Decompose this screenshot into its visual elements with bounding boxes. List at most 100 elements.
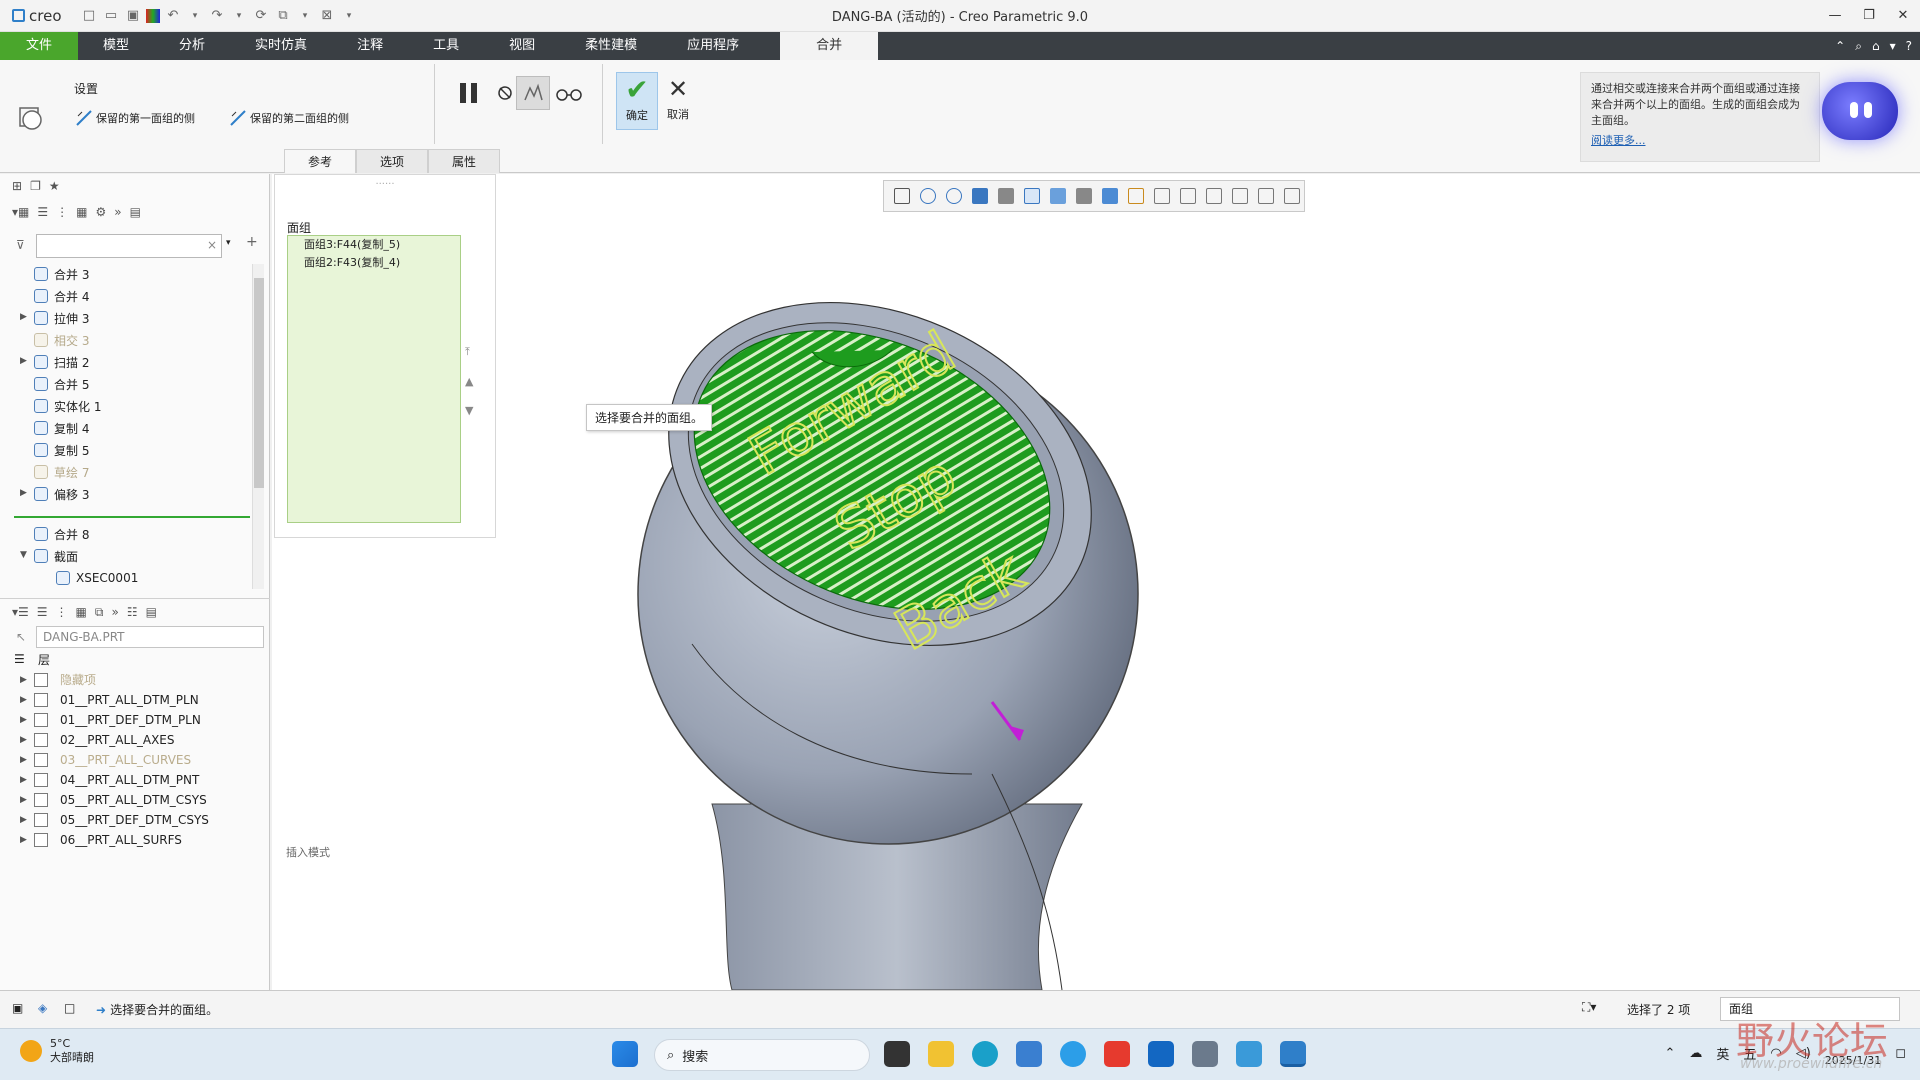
ok-button[interactable]: ✔ 确定 [616,72,658,130]
tab-tools[interactable]: 工具 [408,32,484,60]
layer-item[interactable]: 02__PRT_ALL_AXES [60,730,175,750]
undo-icon[interactable]: ↶ [164,7,182,25]
subtab-properties[interactable]: 属性 [428,149,500,173]
smart-select-icon[interactable]: ⛶▾ [1582,1000,1596,1015]
start-icon[interactable] [612,1041,638,1067]
edge-icon[interactable] [972,1041,998,1067]
move-top-icon[interactable]: ⤒ [465,345,473,359]
datum-axes-icon[interactable] [1154,188,1170,204]
maximize-button[interactable]: ❐ [1852,0,1886,32]
expand-icon[interactable]: ▶ [20,795,27,805]
save-icon[interactable]: ▣ [124,7,142,25]
layer-settings-icon[interactable]: ▦ [76,605,87,619]
redo-icon[interactable]: ↷ [208,7,226,25]
display-style-icon[interactable] [1024,188,1040,204]
help-icon[interactable]: ? [1906,32,1912,60]
outlook-icon[interactable] [1148,1041,1174,1067]
tree-item[interactable]: 实体化 1 [34,396,101,416]
tree-item[interactable]: 复制 5 [34,440,89,460]
view-manager-icon[interactable] [1076,188,1092,204]
taskbar-search[interactable]: ⌕ 搜索 [654,1039,870,1071]
quilt-item[interactable]: 面组3:F44(复制_5) [288,236,460,254]
layer-display-icon[interactable]: ▾☰ [12,605,29,619]
close-button[interactable]: ✕ [1886,0,1920,32]
tree-display-icon[interactable]: ▾▦ [12,205,29,219]
model-icon[interactable]: ◈ [38,1001,47,1015]
tree-item[interactable]: 合并 3 [34,264,89,284]
window-icon[interactable]: ⧉ [274,7,292,25]
datum-planes-icon[interactable] [1128,188,1144,204]
dropdown-icon[interactable]: ▾ [186,7,204,25]
color-icon[interactable] [146,8,160,23]
regenerate-icon[interactable]: ⟳ [252,7,270,25]
quilts-collector[interactable]: 面组3:F44(复制_5) 面组2:F43(复制_4) [287,235,461,523]
layer-properties-icon[interactable]: ☷ [127,605,138,619]
tree-item-sections[interactable]: 截面 [34,546,78,566]
new-file-icon[interactable]: □ [80,7,98,25]
tree-item-xsec0001[interactable]: XSEC0001 [56,568,138,588]
move-down-icon[interactable]: ▼ [465,404,473,417]
model-tree-tab-icon[interactable]: ⊞ [12,179,22,193]
move-up-icon[interactable]: ▲ [465,375,473,388]
expand-icon[interactable]: ▶ [20,815,27,825]
layer-item[interactable]: 04__PRT_ALL_DTM_PNT [60,770,199,790]
perspective-icon[interactable] [1102,188,1118,204]
expand-icon[interactable]: ▶ [20,312,27,322]
fullscreen-icon[interactable]: □ [64,1001,75,1015]
expand-icon[interactable]: ▶ [20,715,27,725]
tab-view[interactable]: 视图 [484,32,560,60]
tree-scrollbar[interactable] [252,264,264,589]
annotation-icon[interactable] [1232,188,1248,204]
tab-flexible-modeling[interactable]: 柔性建模 [560,32,662,60]
layer-item[interactable]: 隐藏项 [60,670,96,690]
customize-icon[interactable]: ▾ [340,7,358,25]
hat-icon[interactable]: ⌂ [1872,32,1880,60]
open-file-icon[interactable]: ▭ [102,7,120,25]
graphics-viewport[interactable]: Forward Stop Back [272,174,1920,991]
layer-root[interactable]: 层 [38,650,50,670]
layer-item[interactable]: 01__PRT_DEF_DTM_PLN [60,710,201,730]
refit-icon[interactable] [894,188,910,204]
weather-widget[interactable]: 5°C 大部晴朗 [20,1037,94,1065]
cancel-button[interactable]: ✕ 取消 [660,72,696,130]
tree-item[interactable]: 合并 5 [34,374,89,394]
tab-applications[interactable]: 应用程序 [662,32,764,60]
tree-item[interactable]: 合并 4 [34,286,89,306]
layer-columns-icon[interactable]: ☰ [37,605,48,619]
spin-center-icon[interactable] [998,188,1014,204]
layer-show-icon[interactable]: ⧉ [95,605,104,620]
minimize-button[interactable]: — [1818,0,1852,32]
layer-item[interactable]: 05__PRT_DEF_DTM_CSYS [60,810,209,830]
tab-live-simulation[interactable]: 实时仿真 [230,32,332,60]
tab-model[interactable]: 模型 [78,32,154,60]
subtab-references[interactable]: 参考 [284,149,356,173]
tree-item[interactable]: 草绘 7 [34,462,89,482]
expand-icon[interactable]: ▶ [20,775,27,785]
tree-item[interactable]: 扫描 2 [34,352,89,372]
notification-icon[interactable]: ◻ [1895,1046,1906,1061]
assistant-robot-icon[interactable] [1822,82,1898,140]
tab-annotate[interactable]: 注释 [332,32,408,60]
tray-chevron-icon[interactable]: ⌃ [1664,1046,1675,1061]
dropdown-icon[interactable]: ▾ [230,7,248,25]
settings-icon[interactable]: ⚙ [95,205,106,219]
ime-language[interactable]: 英 [1716,1044,1729,1063]
verify-button[interactable] [552,76,586,110]
saved-orientations-icon[interactable] [1050,188,1066,204]
preview-button[interactable] [516,76,550,110]
cloud-offline-icon[interactable]: ☁ [1689,1046,1702,1061]
tree-item-merge-8[interactable]: 合并 8 [34,524,89,544]
layer-item[interactable]: 05__PRT_ALL_DTM_CSYS [60,790,207,810]
favorites-tab-icon[interactable]: ★ [49,179,60,193]
close-window-icon[interactable]: ⊠ [318,7,336,25]
add-filter-icon[interactable]: + [246,234,258,250]
layer-item[interactable]: 03__PRT_ALL_CURVES [60,750,191,770]
tree-search-input[interactable]: × [36,234,222,258]
expand-icon[interactable]: ▶ [20,755,27,765]
expand-icon[interactable]: ▶ [20,695,27,705]
keep-first-side-button[interactable]: 保留的第一面组的侧 [76,110,195,126]
search-dropdown-icon[interactable]: ▾ [226,238,231,248]
layer-item[interactable]: 06__PRT_ALL_SURFS [60,830,182,850]
tree-item[interactable]: 复制 4 [34,418,89,438]
collapse-ribbon-icon[interactable]: ⌃ [1835,32,1845,60]
